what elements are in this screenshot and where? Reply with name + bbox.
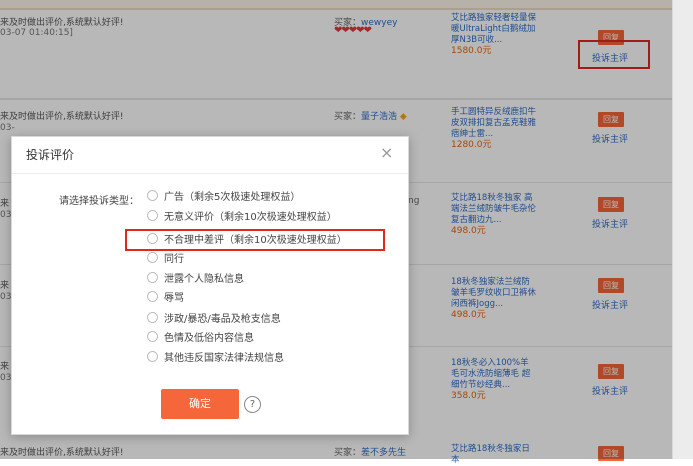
help-icon[interactable]: ?: [244, 396, 261, 413]
option-label: 涉政/暴恐/毒品及枪支信息: [164, 314, 281, 325]
option-label: 同行: [164, 254, 184, 265]
radio-icon[interactable]: [147, 351, 158, 362]
option-competitor[interactable]: 同行: [147, 252, 184, 266]
complaint-dialog: 投诉评价 × 请选择投诉类型： 广告（剩余5次极速处理权益） 无意义评价（剩余1…: [11, 136, 409, 435]
radio-icon[interactable]: [147, 272, 158, 283]
radio-icon[interactable]: [147, 190, 158, 201]
option-illegal[interactable]: 其他违反国家法律法规信息: [147, 351, 284, 365]
complaint-type-label: 请选择投诉类型：: [59, 196, 139, 207]
option-meaningless[interactable]: 无意义评价（剩余10次极速处理权益）: [147, 210, 337, 224]
highlight-selected-option: [125, 229, 385, 251]
option-label: 其他违反国家法律法规信息: [164, 353, 284, 364]
option-label: 色情及低俗内容信息: [164, 333, 254, 344]
option-political[interactable]: 涉政/暴恐/毒品及枪支信息: [147, 312, 281, 326]
scrollbar[interactable]: [672, 0, 693, 459]
option-label: 辱骂: [164, 293, 184, 304]
dialog-title: 投诉评价: [26, 148, 75, 162]
option-porn[interactable]: 色情及低俗内容信息: [147, 331, 254, 345]
close-icon[interactable]: ×: [380, 143, 393, 162]
option-label: 无意义评价（剩余10次极速处理权益）: [164, 212, 337, 223]
option-abuse[interactable]: 辱骂: [147, 291, 184, 305]
radio-icon[interactable]: [147, 291, 158, 302]
option-privacy[interactable]: 泄露个人隐私信息: [147, 272, 244, 286]
option-label: 广告（剩余5次极速处理权益）: [164, 192, 301, 203]
confirm-button[interactable]: 确定: [161, 389, 239, 419]
radio-icon[interactable]: [147, 331, 158, 342]
dialog-divider: [12, 173, 408, 174]
radio-icon[interactable]: [147, 312, 158, 323]
radio-icon[interactable]: [147, 252, 158, 263]
radio-icon[interactable]: [147, 210, 158, 221]
option-ad[interactable]: 广告（剩余5次极速处理权益）: [147, 190, 300, 204]
option-label: 泄露个人隐私信息: [164, 274, 244, 285]
